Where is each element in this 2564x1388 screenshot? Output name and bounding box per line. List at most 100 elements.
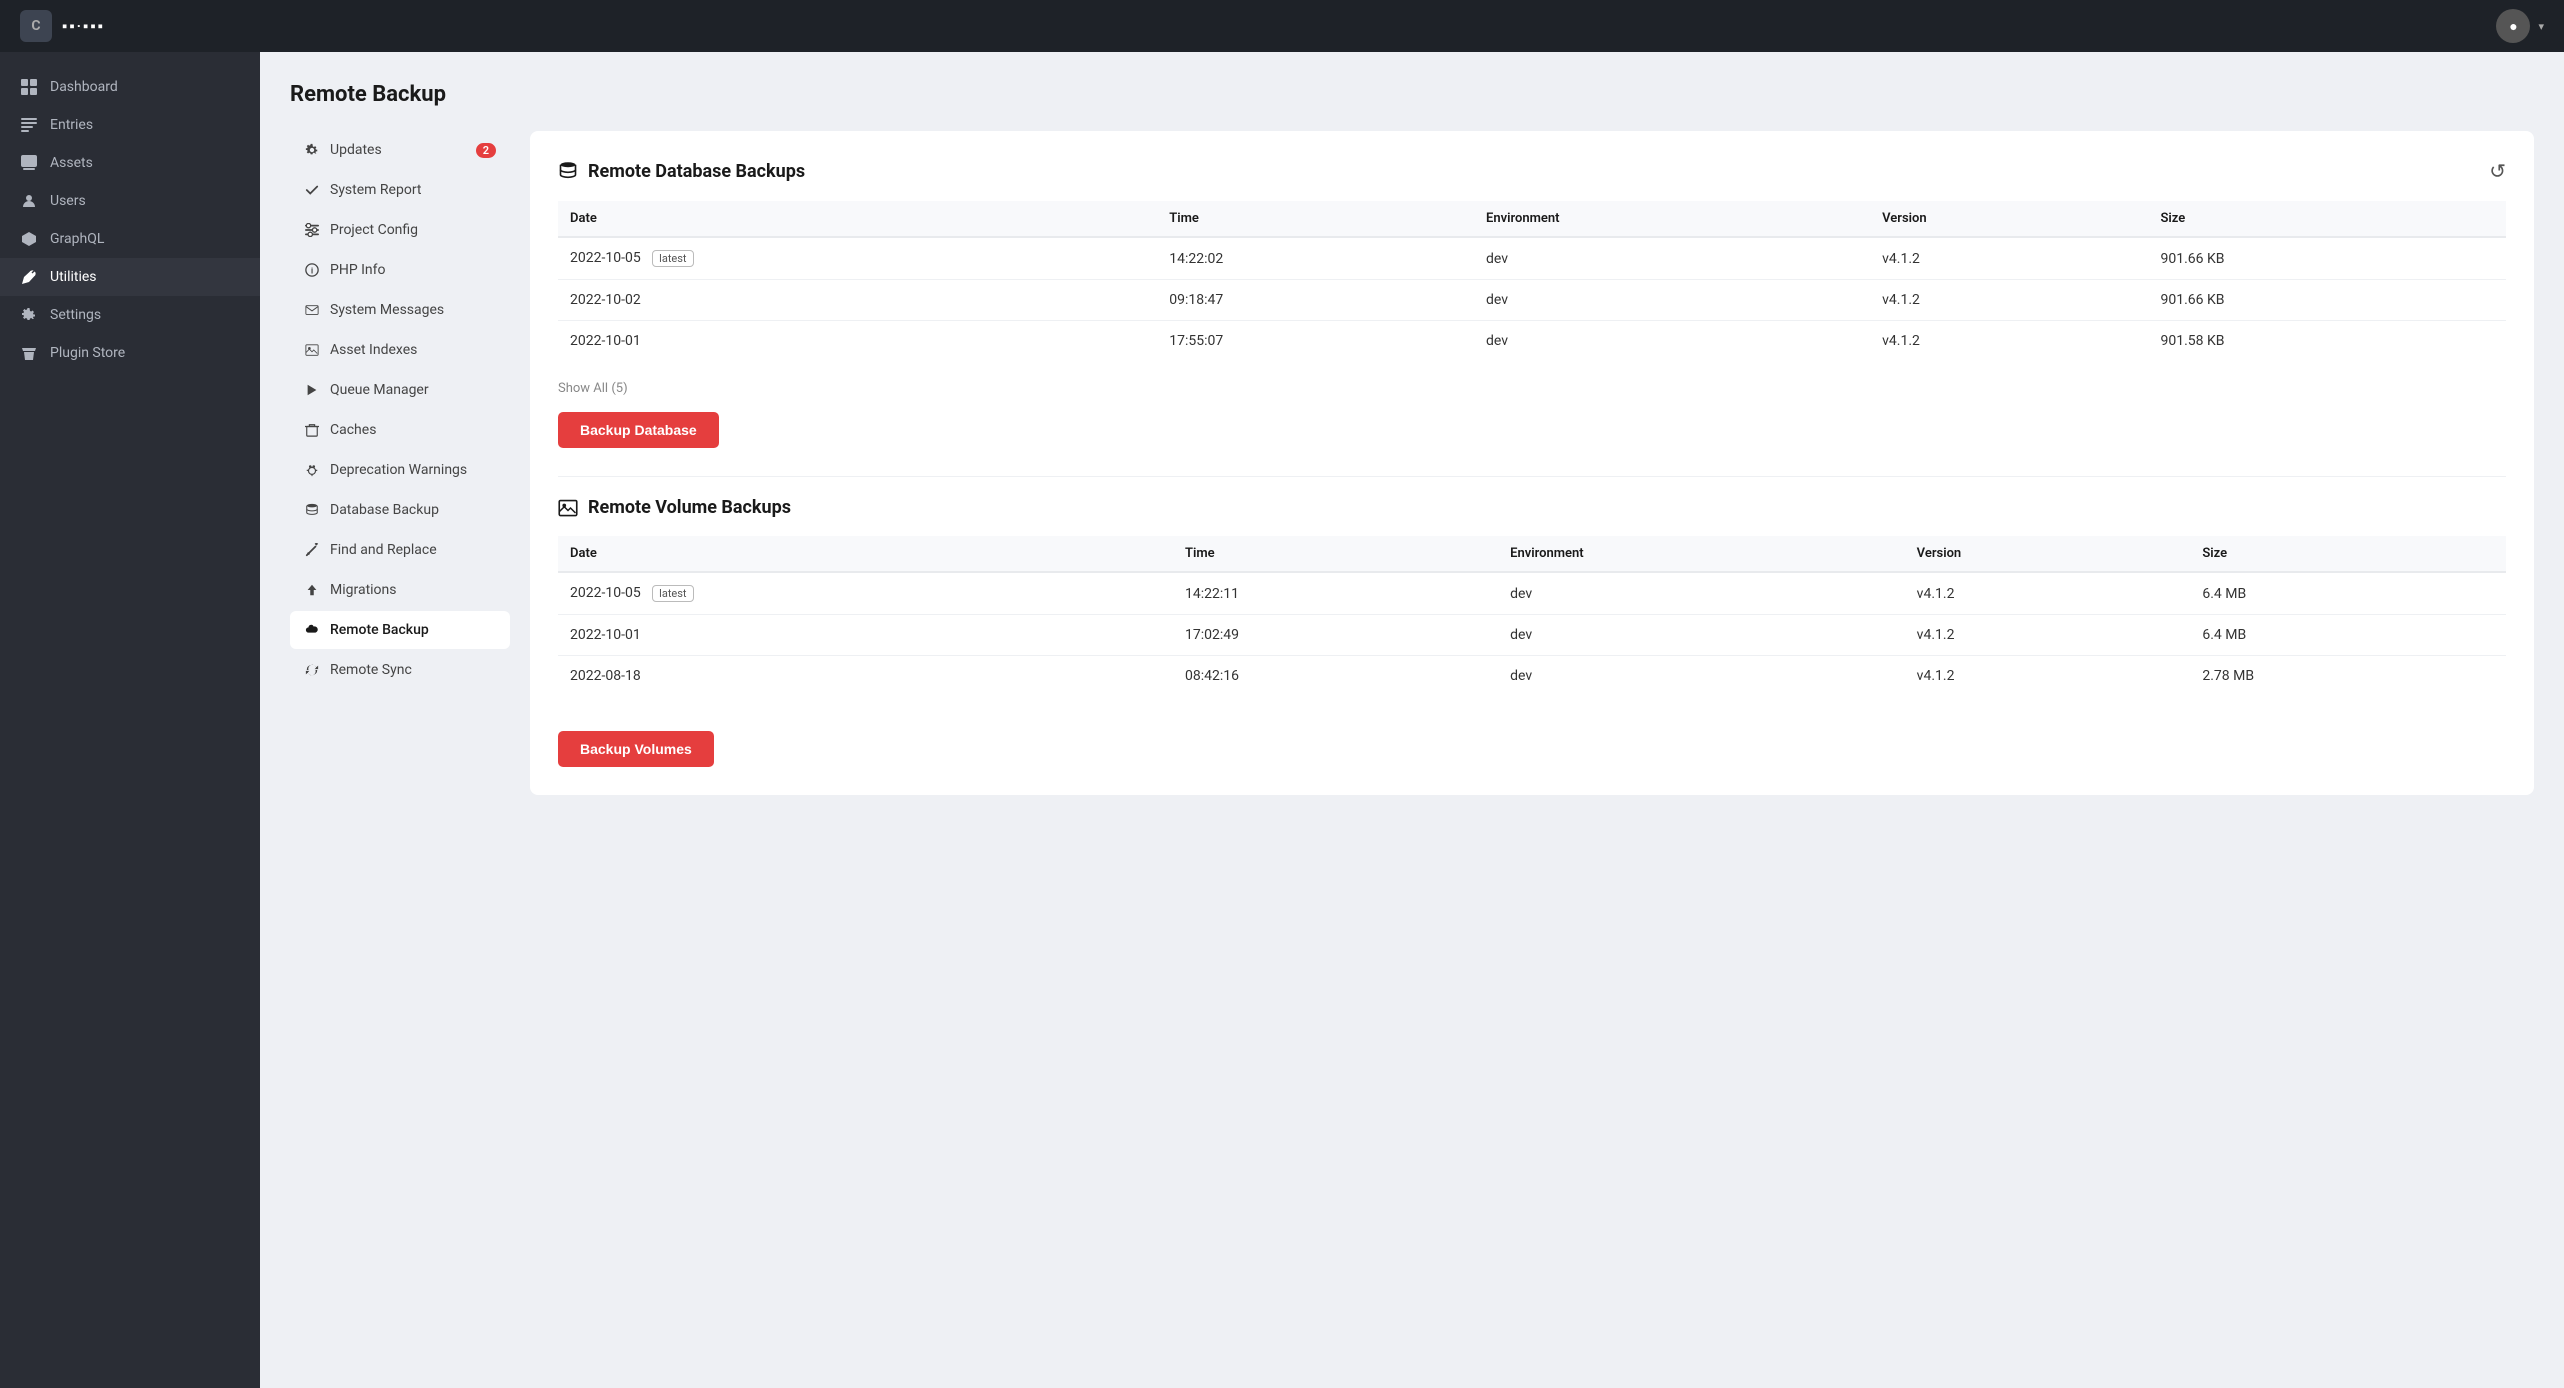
info-icon: i [304, 262, 320, 278]
entries-icon [20, 116, 38, 134]
subnav-item-system-messages[interactable]: System Messages [290, 291, 510, 329]
db-row-env: dev [1474, 321, 1870, 362]
db-table-row: 2022-10-01 17:55:07 dev v4.1.2 901.58 KB [558, 321, 2506, 362]
subnav-item-migrations[interactable]: Migrations [290, 571, 510, 609]
db-row-time: 17:55:07 [1157, 321, 1474, 362]
topbar: C ▪▪·▪▪▪ ● ▾ [0, 0, 2564, 52]
vol-row-time: 14:22:11 [1173, 572, 1498, 615]
db-show-all-link[interactable]: Show All (5) [558, 381, 628, 396]
subnav-label-remote-sync: Remote Sync [330, 662, 412, 678]
vol-col-size: Size [2190, 536, 2506, 572]
vol-row-version: v4.1.2 [1905, 615, 2191, 656]
vol-row-env: dev [1498, 656, 1905, 697]
subnav-item-project-config[interactable]: Project Config [290, 211, 510, 249]
db-row-env: dev [1474, 280, 1870, 321]
trash-icon [304, 422, 320, 438]
subnav-label-find-replace: Find and Replace [330, 542, 437, 558]
subnav-item-remote-backup[interactable]: Remote Backup [290, 611, 510, 649]
topbar-right: ● ▾ [2496, 9, 2544, 43]
vol-table-row: 2022-10-01 17:02:49 dev v4.1.2 6.4 MB [558, 615, 2506, 656]
assets-icon [20, 154, 38, 172]
latest-badge: latest [652, 585, 693, 602]
subnav-label-deprecation-warnings: Deprecation Warnings [330, 462, 467, 478]
sidebar-label-utilities: Utilities [50, 269, 97, 285]
gear-icon [304, 142, 320, 158]
vol-col-env: Environment [1498, 536, 1905, 572]
subnav-label-system-messages: System Messages [330, 302, 444, 318]
db-col-version: Version [1870, 201, 2148, 237]
db-row-date: 2022-10-02 [558, 280, 1157, 321]
sidebar-label-dashboard: Dashboard [50, 79, 118, 95]
subnav-item-system-report[interactable]: System Report [290, 171, 510, 209]
section-divider [558, 476, 2506, 477]
sidebar-item-settings[interactable]: Settings [0, 296, 260, 334]
sync-icon [304, 662, 320, 678]
subnav-item-remote-sync[interactable]: Remote Sync [290, 651, 510, 689]
vol-table-row: 2022-08-18 08:42:16 dev v4.1.2 2.78 MB [558, 656, 2506, 697]
subnav-label-system-report: System Report [330, 182, 421, 198]
main-card: Remote Database Backups ↺ Date Time Envi… [530, 131, 2534, 795]
sidebar: Dashboard Entries Assets Users GraphQL [0, 52, 260, 1388]
sidebar-label-assets: Assets [50, 155, 93, 171]
vol-row-date: 2022-08-18 [558, 656, 1173, 697]
vol-row-time: 08:42:16 [1173, 656, 1498, 697]
db-col-time: Time [1157, 201, 1474, 237]
vol-section-header: Remote Volume Backups [558, 497, 2506, 518]
svg-text:i: i [311, 267, 313, 276]
users-icon [20, 192, 38, 210]
graphql-icon [20, 230, 38, 248]
vol-row-size: 6.4 MB [2190, 615, 2506, 656]
dashboard-icon [20, 78, 38, 96]
latest-badge: latest [652, 250, 693, 267]
settings-icon [20, 306, 38, 324]
sidebar-label-plugin-store: Plugin Store [50, 345, 125, 361]
page-title: Remote Backup [290, 82, 2534, 107]
subnav-item-asset-indexes[interactable]: Asset Indexes [290, 331, 510, 369]
vol-col-date: Date [558, 536, 1173, 572]
database-icon [304, 502, 320, 518]
subnav-item-caches[interactable]: Caches [290, 411, 510, 449]
subnav-item-find-replace[interactable]: Find and Replace [290, 531, 510, 569]
play-icon [304, 382, 320, 398]
sidebar-item-assets[interactable]: Assets [0, 144, 260, 182]
user-avatar[interactable]: ● [2496, 9, 2530, 43]
image-icon [304, 342, 320, 358]
backup-volumes-button[interactable]: Backup Volumes [558, 731, 714, 767]
sidebar-item-utilities[interactable]: Utilities [0, 258, 260, 296]
sub-nav: Updates 2 System Report Project Config [290, 131, 510, 795]
sidebar-item-graphql[interactable]: GraphQL [0, 220, 260, 258]
main-content: Remote Backup Updates 2 System Report [260, 52, 2564, 1388]
utilities-icon [20, 268, 38, 286]
vol-row-size: 6.4 MB [2190, 572, 2506, 615]
vol-row-version: v4.1.2 [1905, 656, 2191, 697]
updates-badge: 2 [476, 143, 496, 158]
db-row-version: v4.1.2 [1870, 280, 2148, 321]
subnav-label-remote-backup: Remote Backup [330, 622, 429, 638]
db-col-size: Size [2148, 201, 2506, 237]
refresh-icon[interactable]: ↺ [2489, 159, 2506, 183]
vol-row-date: 2022-10-01 [558, 615, 1173, 656]
subnav-item-php-info[interactable]: i PHP Info [290, 251, 510, 289]
sidebar-label-users: Users [50, 193, 86, 209]
db-section-title: Remote Database Backups [558, 161, 805, 182]
sidebar-item-dashboard[interactable]: Dashboard [0, 68, 260, 106]
sidebar-item-entries[interactable]: Entries [0, 106, 260, 144]
backup-database-button[interactable]: Backup Database [558, 412, 719, 448]
subnav-item-updates[interactable]: Updates 2 [290, 131, 510, 169]
subnav-item-deprecation-warnings[interactable]: Deprecation Warnings [290, 451, 510, 489]
cloud-icon [304, 622, 320, 638]
sidebar-label-settings: Settings [50, 307, 101, 323]
db-col-date: Date [558, 201, 1157, 237]
subnav-item-queue-manager[interactable]: Queue Manager [290, 371, 510, 409]
subnav-item-database-backup[interactable]: Database Backup [290, 491, 510, 529]
db-row-size: 901.66 KB [2148, 280, 2506, 321]
db-col-env: Environment [1474, 201, 1870, 237]
subnav-label-caches: Caches [330, 422, 376, 438]
vol-row-date: 2022-10-05 latest [558, 572, 1173, 615]
avatar-chevron-icon[interactable]: ▾ [2538, 20, 2544, 33]
sidebar-item-plugin-store[interactable]: Plugin Store [0, 334, 260, 372]
vol-col-version: Version [1905, 536, 2191, 572]
sidebar-item-users[interactable]: Users [0, 182, 260, 220]
topbar-left: C ▪▪·▪▪▪ [20, 10, 105, 42]
vol-table-row: 2022-10-05 latest 14:22:11 dev v4.1.2 6.… [558, 572, 2506, 615]
